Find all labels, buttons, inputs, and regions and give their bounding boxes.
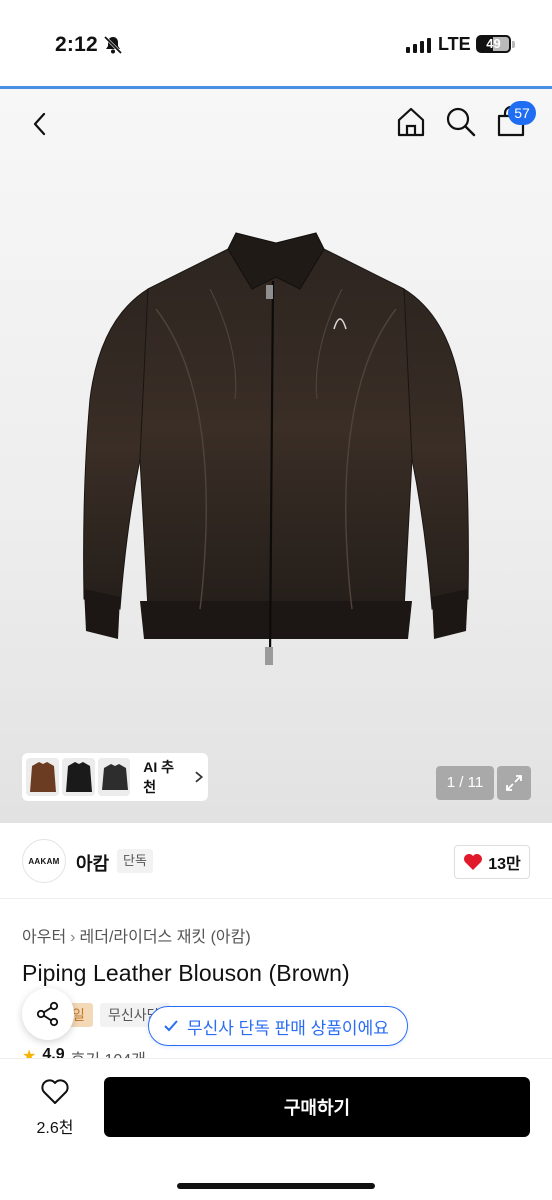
share-button[interactable] bbox=[22, 988, 74, 1040]
battery-cap bbox=[512, 41, 515, 48]
brand-logo[interactable]: AAKAM bbox=[22, 839, 66, 883]
battery-level: 49 bbox=[486, 36, 501, 51]
recommend-thumb-1[interactable] bbox=[26, 758, 59, 796]
battery-icon: 49 bbox=[476, 35, 511, 53]
brand-like-count: 13만 bbox=[488, 856, 521, 873]
bell-muted-icon bbox=[103, 35, 123, 55]
image-pager: 1 / 11 bbox=[436, 766, 494, 800]
brand-row: AAKAM 아캄 단독 13만 bbox=[0, 823, 552, 899]
exclusive-tag: 단독 bbox=[117, 849, 153, 873]
search-icon[interactable] bbox=[444, 105, 478, 139]
expand-icon[interactable] bbox=[497, 766, 531, 800]
ai-recommend-label[interactable]: AI 추천 bbox=[143, 757, 185, 797]
bottom-action-bar: 2.6천 구매하기 bbox=[0, 1058, 552, 1200]
brand-like-button[interactable]: 13만 bbox=[454, 845, 530, 879]
exclusive-toast: 무신사 단독 판매 상품이에요 bbox=[148, 1006, 408, 1046]
breadcrumb: 아우터 › 레더/라이더스 재킷 (아캄) bbox=[22, 923, 251, 947]
network-label: LTE bbox=[438, 34, 471, 54]
product-gallery[interactable]: 57 AI 추천 1 / 11 bbox=[0, 89, 552, 823]
home-indicator bbox=[177, 1183, 375, 1189]
product-title: Piping Leather Blouson (Brown) bbox=[22, 960, 350, 986]
ai-recommend-strip[interactable]: AI 추천 bbox=[22, 753, 208, 801]
share-icon bbox=[36, 1001, 59, 1027]
signal-icon bbox=[406, 37, 431, 53]
product-image bbox=[83, 232, 469, 665]
buy-button[interactable]: 구매하기 bbox=[104, 1077, 530, 1137]
recommend-thumb-3[interactable] bbox=[97, 758, 131, 796]
back-icon[interactable] bbox=[25, 109, 55, 139]
heart-filled-icon bbox=[464, 854, 483, 870]
breadcrumb-item[interactable]: 레더/라이더스 재킷 (아캄) bbox=[80, 929, 251, 946]
status-time: 2:12 bbox=[55, 33, 98, 56]
home-icon[interactable] bbox=[394, 105, 428, 139]
heart-outline-icon bbox=[41, 1079, 69, 1104]
breadcrumb-separator: › bbox=[70, 929, 76, 946]
brand-name[interactable]: 아캄 bbox=[76, 850, 109, 876]
toast-text: 무신사 단독 판매 상품이에요 bbox=[187, 1018, 389, 1038]
wishlist-count: 2.6천 bbox=[36, 1120, 74, 1137]
wishlist-button[interactable]: 2.6천 bbox=[28, 1079, 82, 1138]
cart-count-badge: 57 bbox=[508, 101, 536, 125]
recommend-thumb-2[interactable] bbox=[61, 758, 95, 796]
chevron-right-icon bbox=[195, 771, 204, 783]
status-bar: 2:12 LTE 49 bbox=[0, 0, 552, 86]
breadcrumb-item[interactable]: 아우터 bbox=[22, 929, 66, 946]
check-icon bbox=[164, 1020, 178, 1032]
